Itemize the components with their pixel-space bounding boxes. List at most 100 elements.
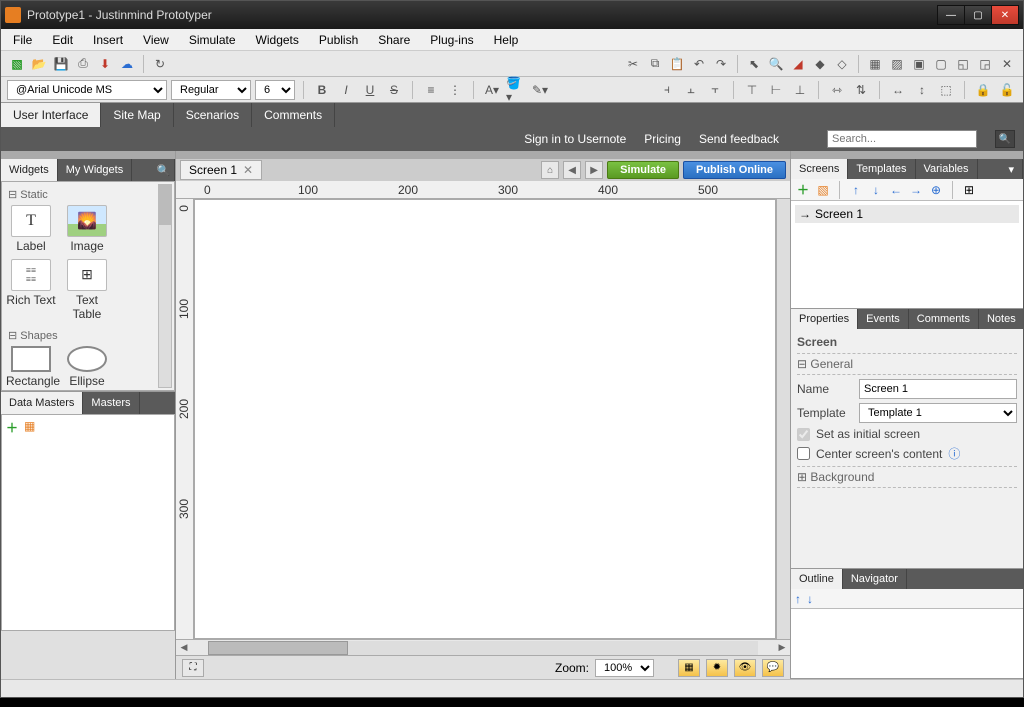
help-icon[interactable]: ⓘ (948, 445, 960, 462)
group-icon[interactable]: ▦ (865, 54, 885, 74)
paste-icon[interactable]: 📋 (667, 54, 687, 74)
down-icon[interactable]: ↓ (868, 182, 884, 198)
saveall-icon[interactable]: ⎙ (73, 54, 93, 74)
dup-screen-icon[interactable]: ▧ (815, 182, 831, 198)
pointer-icon[interactable]: ⬉ (744, 54, 764, 74)
close-tab-icon[interactable]: ✕ (243, 163, 253, 177)
panel-menu-icon[interactable]: ▾ (1000, 159, 1023, 179)
minimize-button[interactable]: — (937, 5, 965, 25)
align-right-icon[interactable]: ⫟ (705, 80, 725, 100)
tool2-icon[interactable]: ◇ (832, 54, 852, 74)
unlock-icon[interactable]: 🔓 (997, 80, 1017, 100)
maximize-button[interactable]: ▢ (964, 5, 992, 25)
nav-back-icon[interactable]: ◀ (563, 161, 581, 179)
publish-button[interactable]: Publish Online (683, 161, 786, 179)
samesize-icon[interactable]: ⬚ (936, 80, 956, 100)
tab-screens[interactable]: Screens (791, 159, 848, 179)
front-icon[interactable]: ▣ (909, 54, 929, 74)
export-icon[interactable]: ⬇ (95, 54, 115, 74)
menu-widgets[interactable]: Widgets (250, 31, 305, 49)
cut-icon[interactable]: ✂ (623, 54, 643, 74)
widget-ellipse[interactable]: Ellipse (62, 346, 112, 388)
center-checkbox[interactable] (797, 447, 810, 460)
align-middle-icon[interactable]: ⊢ (766, 80, 786, 100)
zoom-icon[interactable]: 🔍 (766, 54, 786, 74)
eraser-icon[interactable]: ◢ (788, 54, 808, 74)
undo-icon[interactable]: ↶ (689, 54, 709, 74)
pricing-link[interactable]: Pricing (644, 132, 681, 146)
canvas-vscroll[interactable] (776, 199, 790, 639)
cloud-icon[interactable]: ☁ (117, 54, 137, 74)
view-mode1-icon[interactable]: ▦ (678, 659, 700, 677)
font-style-select[interactable]: Regular (171, 80, 251, 100)
search-input[interactable] (827, 130, 977, 148)
canvas[interactable] (194, 199, 776, 639)
tab-widgets[interactable]: Widgets (1, 159, 58, 181)
tab-my-widgets[interactable]: My Widgets (58, 159, 132, 181)
simulate-button[interactable]: Simulate (607, 161, 679, 179)
outline-down-icon[interactable]: ↓ (807, 592, 813, 606)
background-section[interactable]: ⊞ Background (797, 466, 1017, 488)
open-icon[interactable]: 📂 (29, 54, 49, 74)
tab-masters[interactable]: Masters (83, 392, 139, 414)
sameheight-icon[interactable]: ↕ (912, 80, 932, 100)
menu-publish[interactable]: Publish (313, 31, 364, 49)
forward-icon[interactable]: ◱ (953, 54, 973, 74)
name-field[interactable] (859, 379, 1017, 399)
italic-icon[interactable]: I (336, 80, 356, 100)
redo-icon[interactable]: ↷ (711, 54, 731, 74)
widget-image[interactable]: 🌄Image (62, 205, 112, 253)
align-top-icon[interactable]: ⊤ (742, 80, 762, 100)
numbers-icon[interactable]: ⋮ (445, 80, 465, 100)
widget-texttable[interactable]: ⊞Text Table (62, 259, 112, 321)
target-icon[interactable]: ⊕ (928, 182, 944, 198)
delete-icon[interactable]: ✕ (997, 54, 1017, 74)
align-center-icon[interactable]: ⫠ (681, 80, 701, 100)
left-icon[interactable]: ← (888, 182, 904, 198)
lock-icon[interactable]: 🔒 (973, 80, 993, 100)
widget-label[interactable]: TLabel (6, 205, 56, 253)
menu-share[interactable]: Share (372, 31, 416, 49)
refresh-icon[interactable]: ↻ (150, 54, 170, 74)
menu-view[interactable]: View (137, 31, 175, 49)
menu-insert[interactable]: Insert (87, 31, 129, 49)
widget-rectangle[interactable]: Rectangle (6, 346, 56, 388)
widgets-scrollbar[interactable] (158, 184, 172, 388)
strike-icon[interactable]: S (384, 80, 404, 100)
up-icon[interactable]: ↑ (848, 182, 864, 198)
toggle-view-icon[interactable]: ⊞ (961, 182, 977, 198)
tab-navigator[interactable]: Navigator (843, 569, 907, 589)
tab-comments-panel[interactable]: Comments (909, 309, 979, 329)
tree-item-screen1[interactable]: → Screen 1 (795, 205, 1019, 223)
general-section[interactable]: ⊟ General (797, 353, 1017, 375)
new-icon[interactable]: ▧ (7, 54, 27, 74)
template-select[interactable]: Template 1 (859, 403, 1017, 423)
add-screen-icon[interactable]: ＋ (795, 182, 811, 198)
fit-icon[interactable]: ⛶ (182, 659, 204, 677)
initial-checkbox[interactable] (797, 428, 810, 441)
view-mode2-icon[interactable]: ✹ (706, 659, 728, 677)
menu-edit[interactable]: Edit (46, 31, 79, 49)
zoom-select[interactable]: 100% (595, 659, 654, 677)
tab-scenarios[interactable]: Scenarios (174, 103, 252, 127)
font-family-select[interactable]: @Arial Unicode MS (7, 80, 167, 100)
feedback-link[interactable]: Send feedback (699, 132, 779, 146)
dist-v-icon[interactable]: ⇅ (851, 80, 871, 100)
copy-icon[interactable]: ⧉ (645, 54, 665, 74)
tab-comments[interactable]: Comments (252, 103, 335, 127)
tab-events[interactable]: Events (858, 309, 909, 329)
back-icon[interactable]: ▢ (931, 54, 951, 74)
tab-outline[interactable]: Outline (791, 569, 843, 589)
font-size-select[interactable]: 6 (255, 80, 295, 100)
canvas-hscroll[interactable]: ◀ ▶ (176, 639, 790, 655)
search-button[interactable]: 🔍 (995, 130, 1015, 148)
nav-fwd-icon[interactable]: ▶ (585, 161, 603, 179)
underline-icon[interactable]: U (360, 80, 380, 100)
bold-icon[interactable]: B (312, 80, 332, 100)
tab-user-interface[interactable]: User Interface (1, 103, 101, 127)
samewidth-icon[interactable]: ↔ (888, 80, 908, 100)
tool1-icon[interactable]: ◆ (810, 54, 830, 74)
tab-site-map[interactable]: Site Map (101, 103, 173, 127)
close-button[interactable]: ✕ (991, 5, 1019, 25)
highlight-icon[interactable]: ✎▾ (530, 80, 550, 100)
